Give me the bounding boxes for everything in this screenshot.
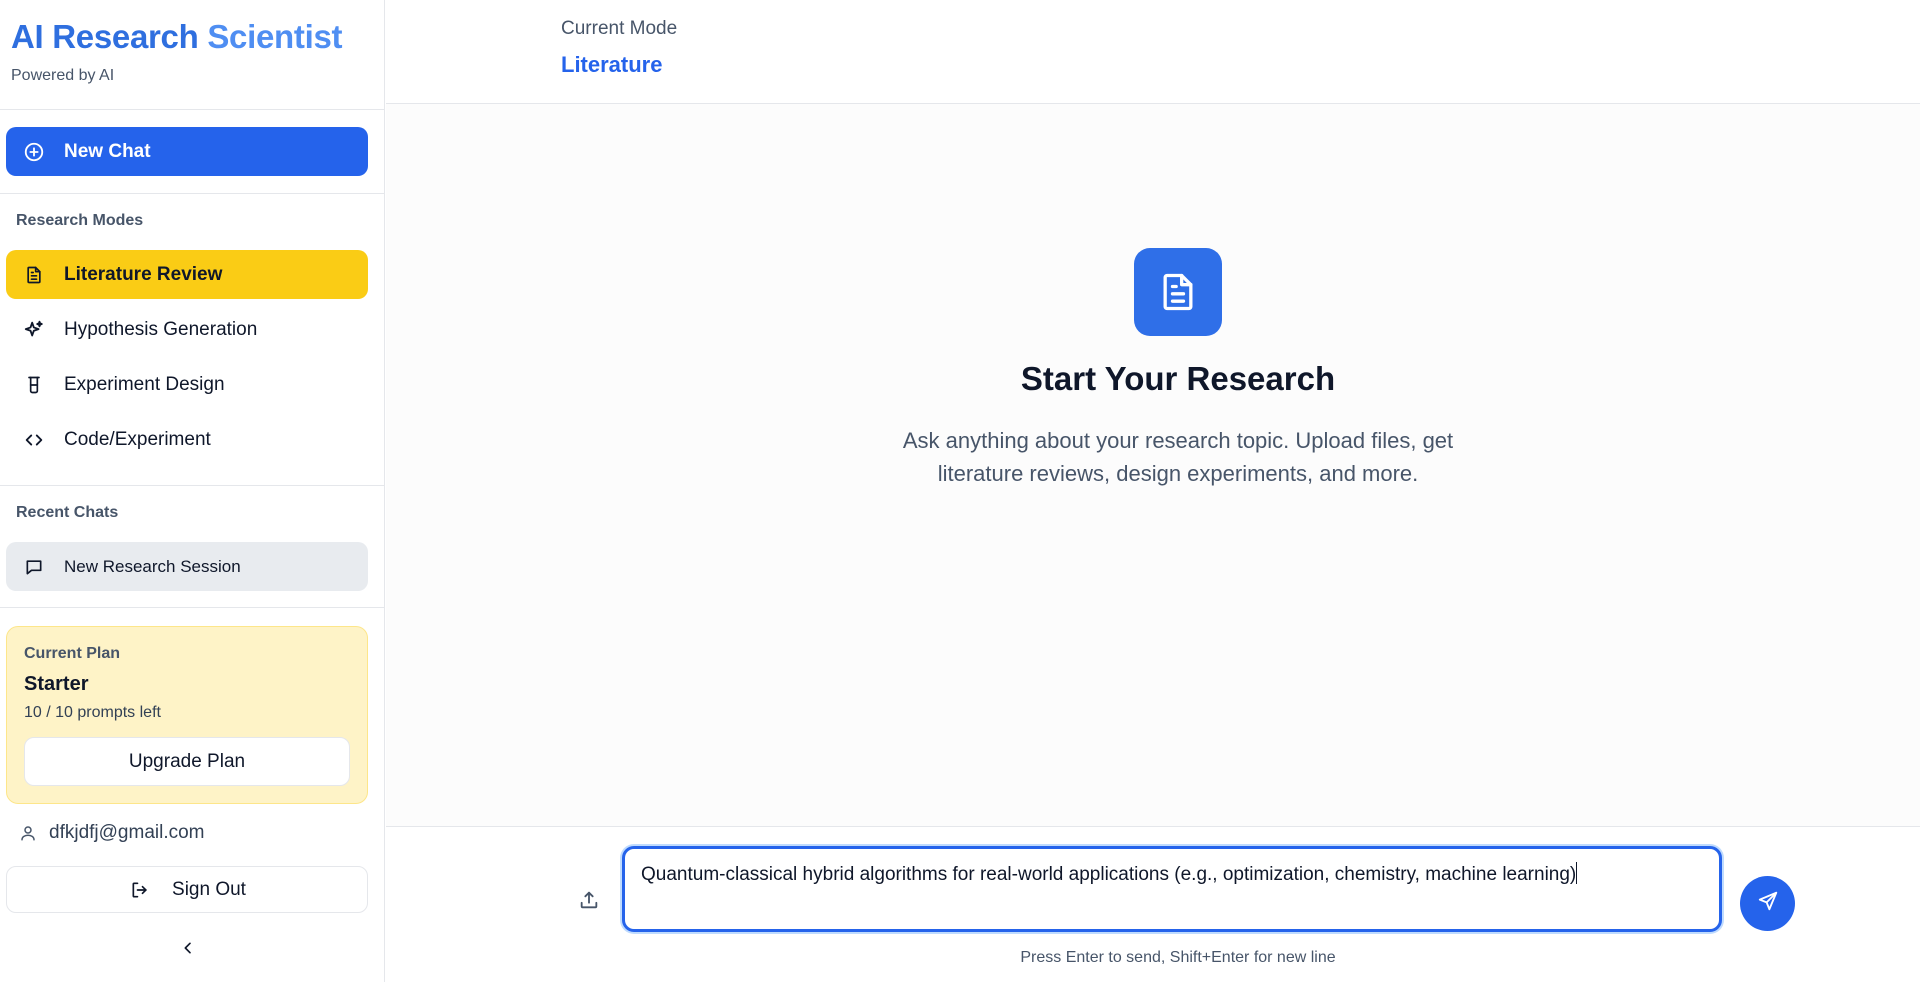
send-icon [1757, 890, 1779, 917]
hero-description: Ask anything about your research topic. … [902, 428, 1454, 486]
user-info: dfkjdfj@gmail.com [17, 822, 205, 844]
user-icon [17, 822, 39, 844]
send-button[interactable] [1740, 876, 1795, 931]
current-mode-value: Literature [561, 52, 663, 77]
flask-icon [22, 373, 46, 397]
upgrade-plan-button[interactable]: Upgrade Plan [24, 737, 350, 786]
prompt-input-value: Quantum-classical hybrid algorithms for … [641, 864, 1577, 885]
mode-label: Literature Review [64, 263, 223, 285]
plan-name: Starter [24, 673, 89, 695]
divider [0, 485, 385, 486]
chat-bubble-icon [22, 555, 46, 579]
plus-circle-icon [22, 140, 46, 164]
brand-header: AI Research Scientist Powered by AI [0, 0, 384, 110]
sign-out-label: Sign Out [172, 878, 246, 900]
mode-code-experiment[interactable]: Code/Experiment [6, 415, 368, 464]
new-chat-button[interactable]: New Chat [6, 127, 368, 176]
hero-title: Start Your Research [1020, 360, 1336, 397]
mode-label: Code/Experiment [64, 428, 211, 450]
mode-hypothesis-generation[interactable]: Hypothesis Generation [6, 305, 368, 354]
upload-button[interactable] [576, 889, 602, 915]
upload-icon [578, 889, 600, 916]
main-panel: Current Mode Literature Start Your Resea… [386, 0, 1920, 982]
recent-chat-label: New Research Session [64, 556, 241, 576]
mode-label: Hypothesis Generation [64, 318, 258, 340]
divider [0, 193, 385, 194]
new-chat-label: New Chat [64, 140, 151, 162]
current-mode-caption: Current Mode [561, 18, 678, 39]
mode-experiment-design[interactable]: Experiment Design [6, 360, 368, 409]
plan-label: Current Plan [24, 645, 121, 662]
research-modes-heading: Research Modes [16, 212, 144, 229]
divider [0, 607, 385, 608]
prompts-left: 10 / 10 prompts left [24, 704, 161, 721]
sign-out-button[interactable]: Sign Out [6, 866, 368, 913]
composer-hint: Press Enter to send, Shift+Enter for new… [1020, 949, 1336, 966]
app-title: AI Research Scientist [11, 18, 343, 55]
sparkles-icon [22, 318, 46, 342]
top-bar: Current Mode Literature [386, 0, 1920, 104]
prompt-input[interactable]: Quantum-classical hybrid algorithms for … [622, 846, 1722, 932]
mode-label: Experiment Design [64, 373, 225, 395]
code-icon [22, 428, 46, 452]
user-email: dfkjdfj@gmail.com [49, 822, 205, 843]
sidebar: AI Research Scientist Powered by AI New … [0, 0, 385, 982]
app-subtitle: Powered by AI [11, 67, 115, 84]
collapse-sidebar-button[interactable] [176, 938, 200, 962]
plan-card: Current Plan Starter 10 / 10 prompts lef… [6, 626, 368, 804]
mode-literature-review[interactable]: Literature Review [6, 250, 368, 299]
chevron-left-icon [180, 940, 196, 961]
composer: Quantum-classical hybrid algorithms for … [386, 826, 1920, 982]
recent-chat-item[interactable]: New Research Session [6, 542, 368, 591]
recent-chats-heading: Recent Chats [16, 504, 119, 521]
logout-icon [128, 878, 152, 902]
document-icon [22, 263, 46, 287]
text-caret [1576, 862, 1578, 884]
hero-document-icon [1134, 248, 1222, 336]
